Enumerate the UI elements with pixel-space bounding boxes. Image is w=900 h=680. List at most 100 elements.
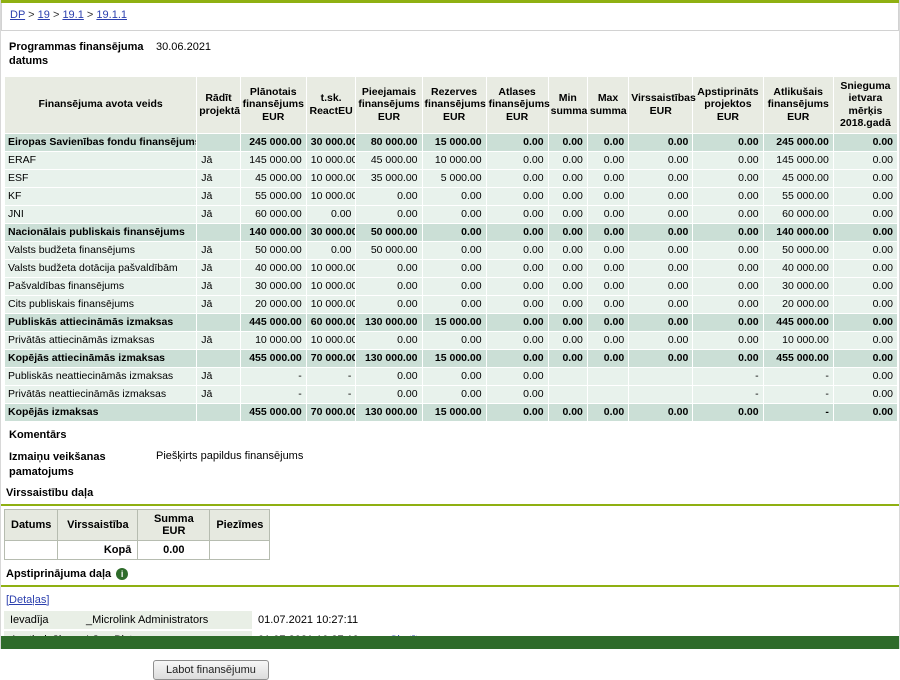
amount-cell: 0.00	[587, 295, 628, 313]
amount-cell: 0.00	[629, 331, 693, 349]
amount-cell: 0.00	[587, 403, 628, 421]
breadcrumb-link[interactable]: 19.1	[62, 9, 83, 21]
amount-cell	[587, 367, 628, 385]
amount-cell: 0.00	[833, 169, 897, 187]
amount-cell: 140 000.00	[240, 223, 306, 241]
finance-row: Privātās attiecināmās izmaksasJā10 000.0…	[5, 331, 898, 349]
amount-cell: 0.00	[693, 331, 763, 349]
amount-cell: 0.00	[693, 205, 763, 223]
amount-cell: 0.00	[422, 277, 486, 295]
amount-cell: 20 000.00	[763, 295, 833, 313]
amount-cell: 0.00	[587, 187, 628, 205]
amount-cell: 0.00	[486, 349, 548, 367]
amount-cell: 10 000.00	[306, 151, 356, 169]
virssaistibas-column-header: Virssaistība	[58, 509, 138, 540]
amount-cell: 40 000.00	[763, 259, 833, 277]
amount-cell: 0.00	[306, 205, 356, 223]
amount-cell: 0.00	[833, 241, 897, 259]
breadcrumb-link[interactable]: 19.1.1	[96, 9, 127, 21]
virssaistibas-column-header: Summa EUR	[138, 509, 210, 540]
show-in-project-cell: Jā	[197, 331, 240, 349]
amount-cell: 0.00	[629, 403, 693, 421]
amount-cell: 0.00	[548, 313, 587, 331]
show-in-project-cell	[197, 403, 240, 421]
amount-cell: 30 000.00	[240, 277, 306, 295]
amount-cell: 0.00	[693, 169, 763, 187]
amount-cell: 445 000.00	[763, 313, 833, 331]
amount-cell: 0.00	[833, 187, 897, 205]
amount-cell: -	[763, 367, 833, 385]
finance-column-header: Finansējuma avota veids	[5, 76, 197, 133]
amount-cell: 60 000.00	[763, 205, 833, 223]
amount-cell: 0.00	[833, 403, 897, 421]
finance-row: ERAFJā145 000.0010 000.0045 000.0010 000…	[5, 151, 898, 169]
program-date-label: Programmas finansējuma datums	[9, 40, 156, 69]
amount-cell: 0.00	[833, 205, 897, 223]
amount-cell: 0.00	[486, 223, 548, 241]
amount-cell: 0.00	[587, 205, 628, 223]
amount-cell: 0.00	[356, 367, 422, 385]
amount-cell: 145 000.00	[240, 151, 306, 169]
amount-cell: 130 000.00	[356, 403, 422, 421]
funding-source-cell: Nacionālais publiskais finansējums	[5, 223, 197, 241]
edit-financing-button[interactable]: Labot finansējumu	[153, 660, 269, 680]
approval-timestamp: 01.07.2021 10:27:11	[252, 611, 384, 630]
amount-cell: 0.00	[833, 385, 897, 403]
amount-cell: 0.00	[629, 295, 693, 313]
amount-cell: 10 000.00	[306, 277, 356, 295]
amount-cell: 0.00	[548, 169, 587, 187]
finance-table-body: Eiropas Savienības fondu finansējums245 …	[5, 133, 898, 421]
amount-cell: 455 000.00	[240, 349, 306, 367]
funding-source-cell: Publiskās attiecināmās izmaksas	[5, 313, 197, 331]
amount-cell: 0.00	[833, 223, 897, 241]
amount-cell: 60 000.00	[306, 313, 356, 331]
funding-source-cell: Eiropas Savienības fondu finansējums	[5, 133, 197, 151]
finance-column-header: Pieejamais finansējums EUR	[356, 76, 422, 133]
amount-cell: 55 000.00	[763, 187, 833, 205]
finance-column-header: Snieguma ietvara mērķis 2018.gadā	[833, 76, 897, 133]
amount-cell: 0.00	[486, 133, 548, 151]
amount-cell: -	[240, 385, 306, 403]
amount-cell: 0.00	[486, 169, 548, 187]
amount-cell: 5 000.00	[422, 169, 486, 187]
amount-cell: 0.00	[548, 259, 587, 277]
finance-column-header: Max summa	[587, 76, 628, 133]
amount-cell: -	[306, 367, 356, 385]
breadcrumb-link[interactable]: 19	[38, 9, 50, 21]
amount-cell: 15 000.00	[422, 313, 486, 331]
breadcrumb-link[interactable]: DP	[10, 9, 25, 21]
amount-cell: 0.00	[486, 151, 548, 169]
amount-cell: 0.00	[548, 133, 587, 151]
amount-cell: 80 000.00	[356, 133, 422, 151]
finance-row: ESFJā45 000.0010 000.0035 000.005 000.00…	[5, 169, 898, 187]
amount-cell: 50 000.00	[356, 223, 422, 241]
show-in-project-cell	[197, 133, 240, 151]
virssaistibas-column-header: Datums	[5, 509, 58, 540]
amount-cell: 0.00	[422, 367, 486, 385]
finance-summary-row: Kopējās izmaksas455 000.0070 000.00130 0…	[5, 403, 898, 421]
amount-cell: 0.00	[486, 403, 548, 421]
approval-row: Ievadīja_Microlink Administrators01.07.2…	[4, 611, 424, 630]
amount-cell: 30 000.00	[306, 133, 356, 151]
finance-column-header: Atlikušais finansējums EUR	[763, 76, 833, 133]
amount-cell: 0.00	[486, 205, 548, 223]
info-icon[interactable]: i	[116, 568, 128, 580]
finance-column-header: Virssaistības EUR	[629, 76, 693, 133]
breadcrumb-separator: >	[84, 9, 97, 21]
amount-cell: 0.00	[833, 133, 897, 151]
amount-cell: 0.00	[486, 241, 548, 259]
show-in-project-cell: Jā	[197, 151, 240, 169]
virssaistibas-total-value: 0.00	[138, 540, 210, 559]
show-in-project-cell: Jā	[197, 295, 240, 313]
finance-summary-row: Nacionālais publiskais finansējums 140 00…	[5, 223, 898, 241]
amount-cell: 0.00	[693, 151, 763, 169]
approval-section-title: Apstiprinājuma daļai	[1, 562, 899, 583]
amount-cell: 0.00	[422, 205, 486, 223]
amount-cell: 0.00	[693, 277, 763, 295]
button-row: Labot finansējumu	[153, 660, 899, 680]
amount-cell: 0.00	[548, 151, 587, 169]
amount-cell: 45 000.00	[763, 169, 833, 187]
amount-cell: 0.00	[422, 223, 486, 241]
details-link[interactable]: [Detaļas]	[6, 594, 49, 606]
amount-cell: 45 000.00	[240, 169, 306, 187]
